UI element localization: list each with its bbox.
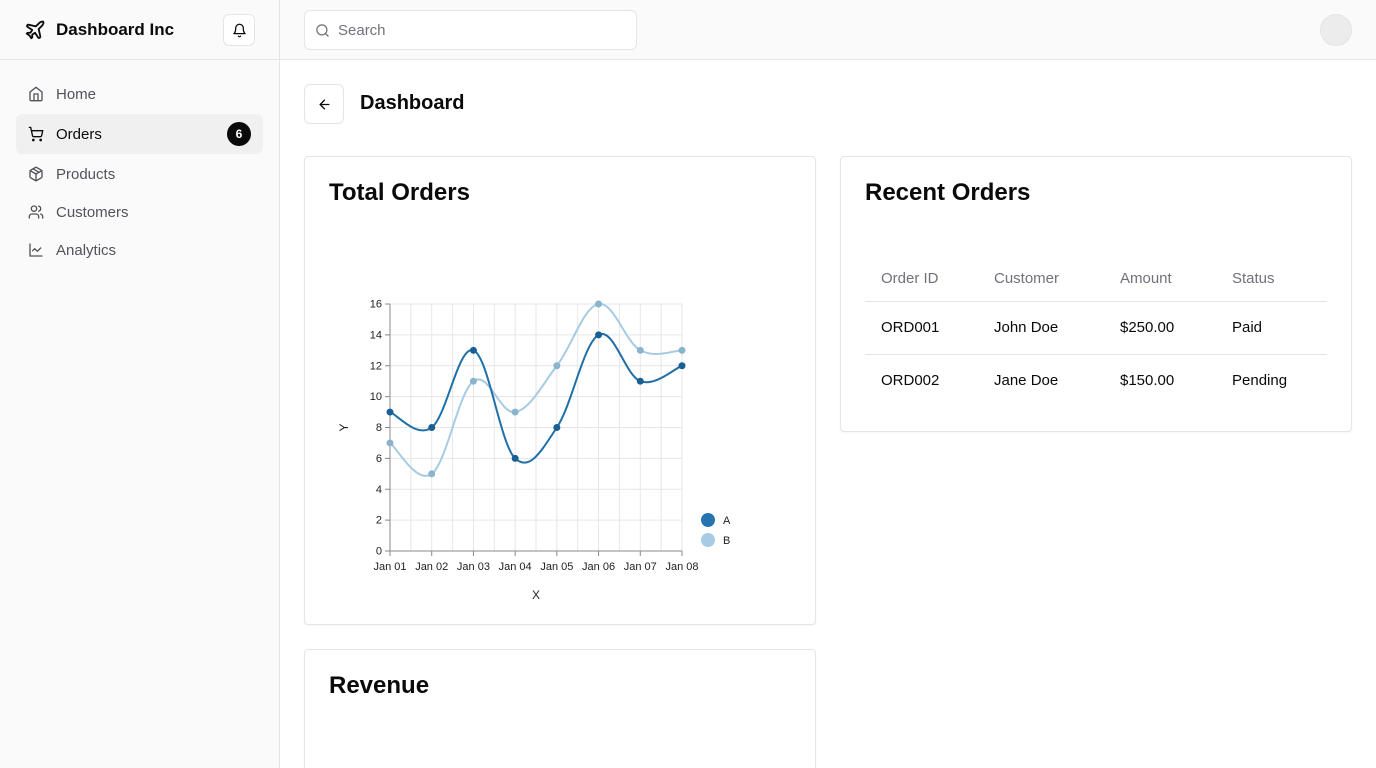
top-bar: [280, 0, 1376, 60]
x-tick-label: Jan 03: [457, 561, 490, 573]
back-button[interactable]: [304, 84, 344, 124]
card-title: Recent Orders: [865, 179, 1031, 206]
line-chart-icon: [28, 242, 44, 258]
status-cell: Paid: [1216, 301, 1327, 355]
data-point-b: [636, 346, 644, 354]
y-tick-label: 16: [370, 299, 382, 311]
sidebar-item-home[interactable]: Home: [16, 76, 263, 112]
legend-label-a: A: [723, 515, 731, 527]
sidebar-header: Dashboard Inc: [0, 0, 279, 60]
x-tick-label: Jan 02: [415, 561, 448, 573]
total-orders-card: Total Orders 0 2 4 6 8 10 12 14 16 Jan 01 Jan 02 Ja…: [304, 156, 816, 625]
column-header-order-id[interactable]: Order ID: [865, 257, 978, 302]
legend-label-b: B: [723, 535, 730, 547]
x-tick-label: Jan 01: [373, 561, 406, 573]
search-box[interactable]: [304, 10, 637, 50]
sidebar-item-label: Home: [56, 85, 97, 103]
data-point-a: [595, 331, 603, 339]
brand-name: Dashboard Inc: [56, 19, 175, 39]
sidebar-item-label: Customers: [56, 203, 129, 221]
user-avatar[interactable]: [1320, 14, 1352, 46]
x-axis-title: X: [532, 588, 540, 602]
search-icon: [315, 23, 330, 38]
orders-count-badge: 6: [227, 122, 251, 146]
arrow-left-icon: [317, 97, 332, 112]
bell-icon: [232, 23, 247, 38]
y-tick-label: 12: [370, 360, 382, 372]
legend-swatch-a: [701, 513, 715, 527]
data-point-a: [553, 424, 561, 431]
sidebar-item-label: Products: [56, 165, 116, 183]
table-row[interactable]: ORD001 John Doe $250.00 Paid: [865, 301, 1327, 355]
revenue-card: Revenue: [304, 649, 816, 768]
sidebar-item-label: Orders: [56, 125, 102, 143]
x-tick-label: Jan 04: [499, 561, 532, 573]
sidebar-item-customers[interactable]: Customers: [16, 194, 263, 230]
sidebar: Dashboard Inc Home Orders 6 Products Cus…: [0, 0, 280, 768]
sidebar-nav: Home Orders 6 Products Customers Analyti…: [0, 60, 279, 286]
cart-icon: [28, 126, 44, 142]
data-point-a: [386, 408, 394, 416]
data-point-b: [678, 346, 686, 354]
data-point-b: [595, 300, 603, 308]
package-icon: [28, 166, 44, 182]
y-tick-label: 2: [376, 515, 382, 527]
table-row[interactable]: ORD002 Jane Doe $150.00 Pending: [865, 354, 1327, 407]
sidebar-item-products[interactable]: Products: [16, 156, 263, 192]
data-point-a: [511, 454, 519, 462]
home-icon: [28, 86, 44, 102]
data-point-b: [428, 470, 436, 478]
data-point-a: [428, 424, 436, 431]
data-point-a: [469, 346, 477, 354]
y-axis-title: Y: [337, 423, 351, 431]
customer-cell: Jane Doe: [994, 372, 1059, 390]
data-point-b: [511, 408, 519, 416]
users-icon: [28, 204, 44, 220]
column-header-amount[interactable]: Amount: [1104, 257, 1216, 302]
x-tick-label: Jan 08: [665, 561, 698, 573]
sidebar-item-label: Analytics: [56, 241, 117, 259]
customer-cell: John Doe: [978, 301, 1104, 355]
page-title: Dashboard: [360, 92, 465, 114]
notifications-button[interactable]: [223, 14, 255, 46]
column-header-customer[interactable]: Customer: [978, 257, 1104, 302]
airplane-icon: [24, 19, 46, 41]
sidebar-item-orders[interactable]: Orders 6: [16, 114, 263, 154]
column-header-status[interactable]: Status: [1216, 257, 1327, 302]
data-point-b: [553, 362, 561, 370]
data-point-a: [636, 377, 644, 385]
y-tick-label: 10: [370, 391, 382, 403]
data-point-b: [469, 377, 477, 385]
x-tick-label: Jan 06: [582, 561, 615, 573]
legend-swatch-b: [701, 533, 715, 547]
recent-orders-table: Order ID Customer Amount Status ORD001 J…: [865, 257, 1327, 407]
order-id-cell: ORD001: [865, 301, 978, 355]
order-id-cell: ORD002: [881, 372, 940, 390]
total-orders-chart: 0 2 4 6 8 10 12 14 16 Jan 01 Jan 02 Jan 03 Jan 04 Jan…: [337, 299, 731, 603]
x-tick-label: Jan 07: [624, 561, 657, 573]
sidebar-item-analytics[interactable]: Analytics: [16, 232, 263, 268]
amount-cell: $250.00: [1104, 301, 1216, 355]
data-point-b: [386, 439, 394, 447]
y-tick-label: 6: [376, 453, 382, 465]
card-title: Revenue: [329, 672, 430, 699]
y-tick-label: 8: [376, 422, 382, 434]
table-header-row: Order ID Customer Amount Status: [865, 257, 1327, 302]
amount-cell: $150.00: [1120, 372, 1175, 390]
recent-orders-card: Recent Orders Order ID Customer Amount S…: [840, 156, 1352, 432]
status-cell: Pending: [1232, 372, 1288, 390]
search-input[interactable]: [338, 21, 618, 39]
data-point-a: [678, 362, 686, 370]
y-tick-label: 4: [376, 484, 382, 496]
y-tick-label: 14: [370, 329, 382, 341]
y-tick-label: 0: [376, 546, 382, 558]
x-tick-label: Jan 05: [540, 561, 573, 573]
